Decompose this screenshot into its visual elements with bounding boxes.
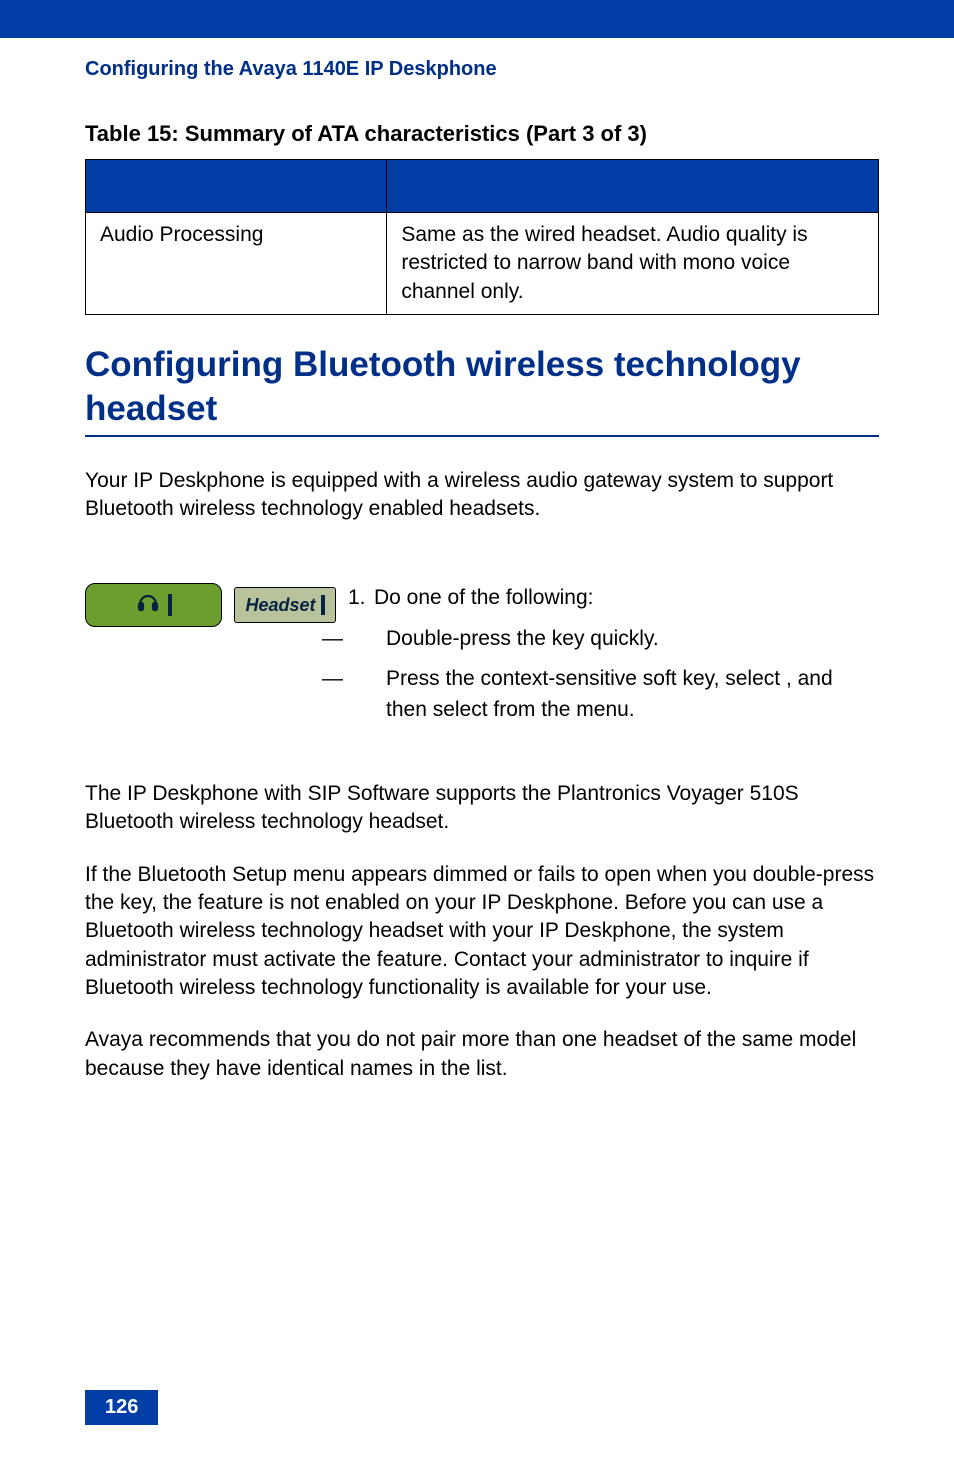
top-bar	[0, 0, 954, 38]
table-cell-feature: Audio Processing	[86, 213, 387, 315]
step-b-text-post: from the menu.	[493, 698, 634, 721]
page-number: 126	[85, 1390, 158, 1425]
headset-icon	[136, 590, 160, 620]
step-b-text-mid1: context-sensitive soft key, select	[481, 667, 786, 690]
para4-post: list.	[476, 1057, 508, 1080]
step-number: 1.	[348, 583, 374, 613]
step-text: 1.Do one of the following: —Double-press…	[348, 583, 879, 725]
intro-paragraph: Your IP Deskphone is equipped with a wir…	[85, 467, 879, 524]
summary-table: Audio Processing Same as the wired heads…	[85, 159, 879, 315]
table-header-row	[86, 160, 879, 213]
para4-pre: Avaya recommends that you do not pair mo…	[85, 1028, 856, 1079]
step-option-a: —Double-press the key quickly.	[348, 624, 879, 654]
paragraph-3: If the Bluetooth Setup menu appears dimm…	[85, 861, 879, 1003]
softkey-label: Headset	[245, 595, 315, 616]
running-header: Configuring the Avaya 1140E IP Deskphone	[85, 58, 879, 81]
table-cell-description: Same as the wired headset. Audio quality…	[387, 213, 879, 315]
paragraph-4: Avaya recommends that you do not pair mo…	[85, 1026, 879, 1083]
step-block: Headset 1.Do one of the following: —Doub…	[85, 583, 879, 725]
section-heading: Configuring Bluetooth wireless technolog…	[85, 343, 879, 437]
softkey-indicator-bar	[321, 595, 325, 615]
key-indicator-bar	[168, 594, 172, 616]
step-a-text-post: key quickly.	[552, 627, 659, 650]
table-header-cell	[86, 160, 387, 213]
step-option-b: —Press the context-sensitive soft key, s…	[348, 664, 879, 725]
step-b-text-pre: Press the	[386, 667, 481, 690]
dash-icon: —	[354, 664, 386, 694]
headset-hard-key	[85, 583, 222, 627]
table-row: Audio Processing Same as the wired heads…	[86, 213, 879, 315]
headset-soft-key: Headset	[234, 587, 336, 623]
table-caption: Table 15: Summary of ATA characteristics…	[85, 121, 879, 147]
paragraph-2: The IP Deskphone with SIP Software suppo…	[85, 780, 879, 837]
content-area: Configuring the Avaya 1140E IP Deskphone…	[0, 38, 954, 1083]
para3-post: key, the feature is not enabled on your …	[85, 891, 823, 999]
table-header-cell	[387, 160, 879, 213]
step-lead: Do one of the following:	[374, 586, 593, 609]
step-a-text-pre: Double-press the	[386, 627, 552, 650]
dash-icon: —	[354, 624, 386, 654]
